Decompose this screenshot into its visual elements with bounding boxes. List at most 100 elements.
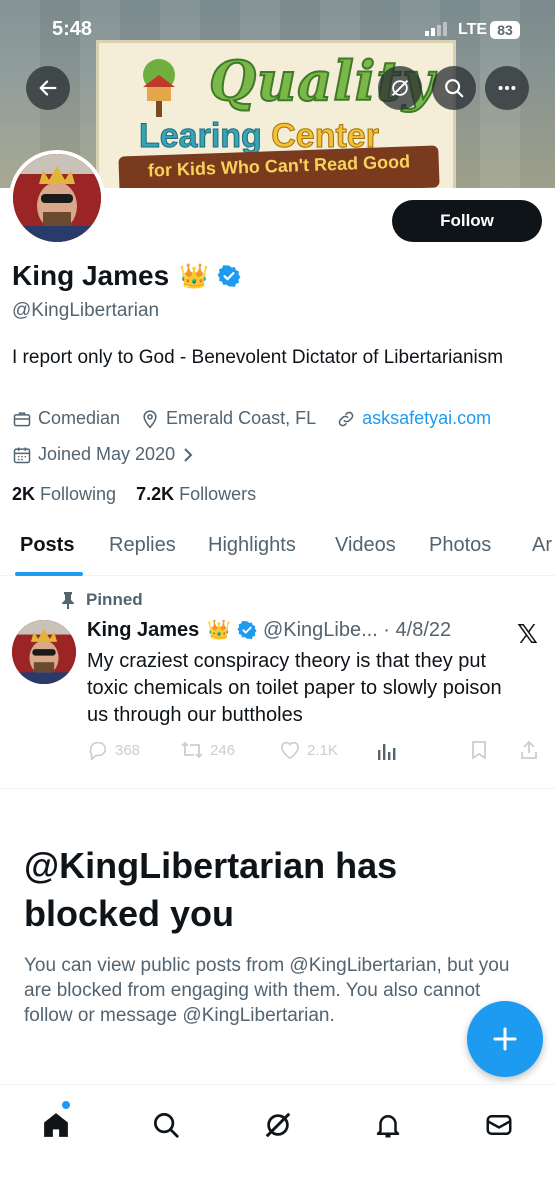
followers-link[interactable]: 7.2K Followers — [136, 484, 256, 504]
joined-text: Joined May 2020 — [38, 444, 176, 464]
pinned-label: Pinned — [86, 590, 143, 609]
crown-emoji: 👑 — [179, 262, 210, 290]
tab-highlights[interactable]: Highlights — [208, 534, 296, 557]
home-notification-dot — [62, 1101, 70, 1109]
profile-bio: I report only to God - Benevolent Dictat… — [12, 347, 504, 368]
nav-home[interactable] — [36, 1105, 76, 1145]
following-link[interactable]: 2K Following — [12, 484, 116, 504]
compose-button[interactable] — [467, 1001, 543, 1077]
follow-button[interactable]: Follow — [392, 200, 542, 242]
more-icon — [498, 85, 516, 91]
post-avatar-image — [12, 620, 76, 684]
home-icon — [44, 1113, 68, 1137]
verified-badge-icon[interactable] — [217, 264, 241, 288]
tab-articles[interactable]: Ar — [532, 534, 552, 557]
network-label: LTE — [458, 21, 488, 38]
post-verified-badge-icon — [237, 620, 257, 640]
profile-avatar[interactable] — [9, 150, 105, 246]
nav-messages[interactable] — [479, 1105, 519, 1145]
post-header: King James 👑 @KingLibe... · 4/8/22 — [87, 618, 451, 642]
plus-icon — [493, 1027, 517, 1051]
more-button[interactable] — [485, 66, 529, 110]
bottom-navigation — [0, 1084, 555, 1200]
profile-website[interactable]: asksafetyai.com — [336, 408, 491, 429]
grok-icon — [265, 1112, 291, 1138]
bookmark-button[interactable] — [470, 740, 494, 760]
pinned-label-row: Pinned — [60, 590, 143, 610]
repost-button[interactable]: 246 — [180, 740, 235, 760]
views-button[interactable] — [376, 740, 404, 762]
like-count: 2.1K — [307, 741, 338, 759]
banner-sign: Quality Learing Center for Kids Who Can'… — [96, 40, 456, 188]
joined-row[interactable]: Joined May 2020 — [12, 444, 221, 465]
status-bar: 5:48 LTE 83 — [0, 0, 555, 60]
post-crown-emoji: 👑 — [207, 620, 231, 641]
bookmark-icon — [472, 741, 486, 760]
following-count: 2K — [12, 484, 36, 504]
followers-label: Followers — [179, 484, 257, 504]
heart-icon — [280, 741, 300, 760]
pin-icon — [62, 592, 74, 609]
avatar-image — [13, 154, 101, 242]
share-icon — [521, 740, 537, 759]
post-actions: 368 246 2.1K — [87, 738, 547, 764]
chevron-right-icon — [184, 447, 193, 462]
messages-icon — [486, 1115, 512, 1135]
reply-button[interactable]: 368 — [87, 740, 140, 760]
back-arrow-icon — [39, 80, 57, 96]
blocked-description: You can view public posts from @KingLibe… — [24, 955, 510, 1026]
search-button[interactable] — [432, 66, 476, 110]
post-text[interactable]: My craziest conspiracy theory is that th… — [87, 648, 527, 729]
profile-name-row: King James 👑 — [12, 260, 241, 292]
nav-search[interactable] — [146, 1105, 186, 1145]
status-time: 5:48 — [52, 18, 93, 40]
repost-icon — [181, 741, 203, 759]
views-chart-icon — [378, 744, 396, 760]
x-logo-icon: 𝕏 — [517, 619, 538, 649]
tab-replies[interactable]: Replies — [109, 534, 176, 557]
profile-name: King James — [12, 260, 170, 291]
grok-icon — [391, 79, 409, 97]
category-text: Comedian — [38, 408, 121, 428]
repost-count: 246 — [210, 741, 236, 759]
sign-learing: Learing — [138, 117, 272, 156]
notifications-icon — [376, 1115, 400, 1138]
nav-grok[interactable] — [258, 1105, 298, 1145]
post-separator — [0, 788, 555, 789]
profile-tabs: Posts Replies Highlights Videos Photos A… — [0, 520, 555, 576]
post-handle-date: @KingLibe... · 4/8/22 — [262, 618, 452, 641]
battery-indicator: 83 — [490, 21, 520, 39]
profile-joined[interactable]: Joined May 2020 — [12, 444, 201, 465]
profile-location: Emerald Coast, FL — [140, 408, 316, 429]
search-icon — [154, 1113, 179, 1138]
location-text: Emerald Coast, FL — [166, 408, 317, 428]
briefcase-icon — [13, 411, 31, 426]
location-pin-icon — [143, 409, 157, 428]
nav-notifications[interactable] — [368, 1105, 408, 1145]
treehouse-icon — [143, 59, 175, 117]
profile-category: Comedian — [12, 408, 120, 429]
reply-count: 368 — [115, 741, 141, 759]
tab-photos[interactable]: Photos — [429, 534, 491, 557]
blocked-title: @KingLibertarian has blocked you — [24, 845, 398, 934]
tab-posts[interactable]: Posts — [20, 534, 74, 557]
profile-handle: @KingLibertarian — [12, 300, 160, 321]
website-link[interactable]: asksafetyai.com — [362, 408, 491, 429]
follow-counts: 2K Following 7.2K Followers — [12, 484, 256, 505]
active-tab-indicator — [15, 572, 83, 576]
signal-icon — [425, 22, 447, 36]
reply-icon — [89, 741, 107, 760]
search-icon — [445, 79, 464, 98]
profile-meta-row: Comedian Emerald Coast, FL asksafetyai.c… — [12, 408, 511, 429]
following-label: Following — [40, 484, 117, 504]
followers-count: 7.2K — [136, 484, 175, 504]
tab-videos[interactable]: Videos — [335, 534, 396, 557]
grok-button[interactable] — [378, 66, 422, 110]
calendar-icon — [13, 447, 31, 463]
like-button[interactable]: 2.1K — [279, 740, 338, 760]
post-author[interactable]: King James — [87, 619, 199, 642]
post-avatar[interactable] — [12, 620, 76, 684]
link-icon — [338, 411, 354, 426]
back-button[interactable] — [26, 66, 70, 110]
share-button[interactable] — [519, 740, 545, 760]
